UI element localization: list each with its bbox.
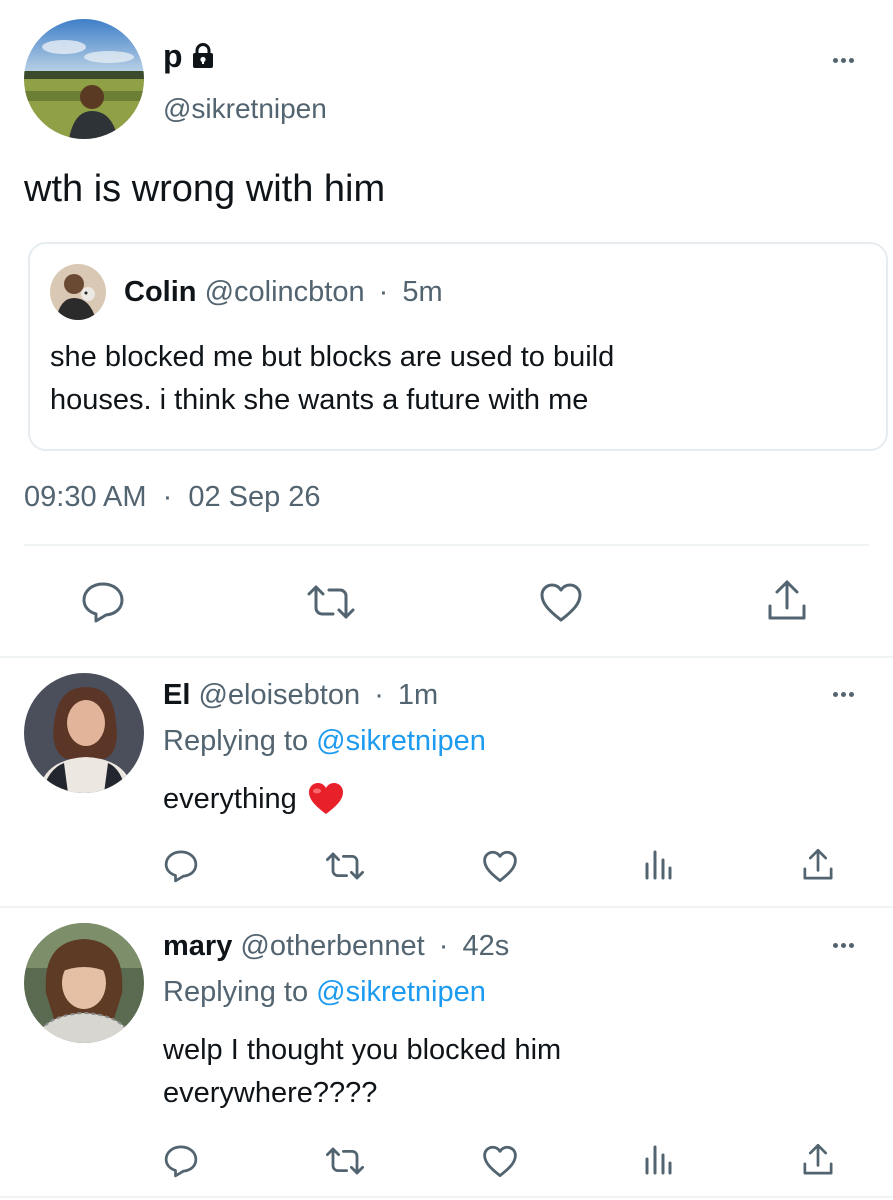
reply-text-line-2: everywhere???? xyxy=(163,1077,378,1109)
analytics-icon[interactable] xyxy=(643,1143,673,1177)
reply-time[interactable]: 1m xyxy=(398,679,438,711)
display-name[interactable]: mary xyxy=(163,930,232,962)
time: 09:30 AM xyxy=(24,481,147,513)
divider xyxy=(24,544,869,546)
date: 02 Sep 26 xyxy=(188,481,321,513)
avatar xyxy=(50,264,106,320)
lock-icon xyxy=(191,43,215,69)
analytics-icon[interactable] xyxy=(643,848,673,882)
share-icon[interactable] xyxy=(801,847,835,883)
reply-icon[interactable] xyxy=(80,580,126,624)
quoted-time[interactable]: 5m xyxy=(402,276,442,308)
tweet-timestamp[interactable]: 09:30 AM · 02 Sep 26 xyxy=(24,479,321,515)
replying-to-link[interactable]: @sikretnipen xyxy=(316,725,486,757)
divider xyxy=(0,656,893,658)
handle[interactable]: @sikretnipen xyxy=(163,92,327,126)
handle[interactable]: @eloisebton xyxy=(198,679,360,711)
share-icon[interactable] xyxy=(801,1142,835,1178)
reply-icon[interactable] xyxy=(163,1143,199,1179)
avatar[interactable] xyxy=(24,923,144,1043)
quoted-handle[interactable]: @colincbton xyxy=(205,276,365,308)
divider xyxy=(0,1196,893,1198)
avatar[interactable] xyxy=(24,673,144,793)
handle[interactable]: @otherbennet xyxy=(240,930,424,962)
replying-to-label: Replying to xyxy=(163,725,309,757)
replying-to-label: Replying to xyxy=(163,976,309,1008)
retweet-icon[interactable] xyxy=(324,850,366,882)
reply-icon[interactable] xyxy=(163,848,199,884)
heart-icon[interactable] xyxy=(481,849,519,883)
separator-dot: · xyxy=(438,930,449,962)
quoted-text-line-2: houses. i think she wants a future with … xyxy=(50,384,589,416)
quoted-text-line-1: she blocked me but blocks are used to bu… xyxy=(50,341,615,373)
reply-time[interactable]: 42s xyxy=(462,930,509,962)
more-icon[interactable] xyxy=(823,684,863,704)
more-icon[interactable] xyxy=(823,50,863,70)
avatar[interactable] xyxy=(24,19,144,139)
separator-dot: · xyxy=(378,276,389,308)
heart-icon[interactable] xyxy=(481,1144,519,1178)
display-name[interactable]: El xyxy=(163,679,190,711)
quoted-display-name[interactable]: Colin xyxy=(124,276,197,308)
separator-dot: · xyxy=(374,679,384,711)
replying-to-link[interactable]: @sikretnipen xyxy=(316,976,486,1008)
share-icon[interactable] xyxy=(765,578,809,624)
heart-icon[interactable] xyxy=(538,581,584,623)
separator-dot: · xyxy=(162,481,173,513)
divider xyxy=(0,906,893,908)
retweet-icon[interactable] xyxy=(324,1145,366,1177)
more-icon[interactable] xyxy=(823,935,863,955)
tweet-text: wth is wrong with him xyxy=(24,168,386,210)
quoted-tweet-card[interactable]: Colin @colincbton · 5m she blocked me bu… xyxy=(28,242,888,451)
reply-text-line-1: welp I thought you blocked him xyxy=(163,1034,562,1066)
red-heart-emoji xyxy=(307,782,345,816)
reply-text: everything xyxy=(163,783,297,815)
display-name[interactable]: p xyxy=(163,36,183,76)
retweet-icon[interactable] xyxy=(305,582,357,622)
